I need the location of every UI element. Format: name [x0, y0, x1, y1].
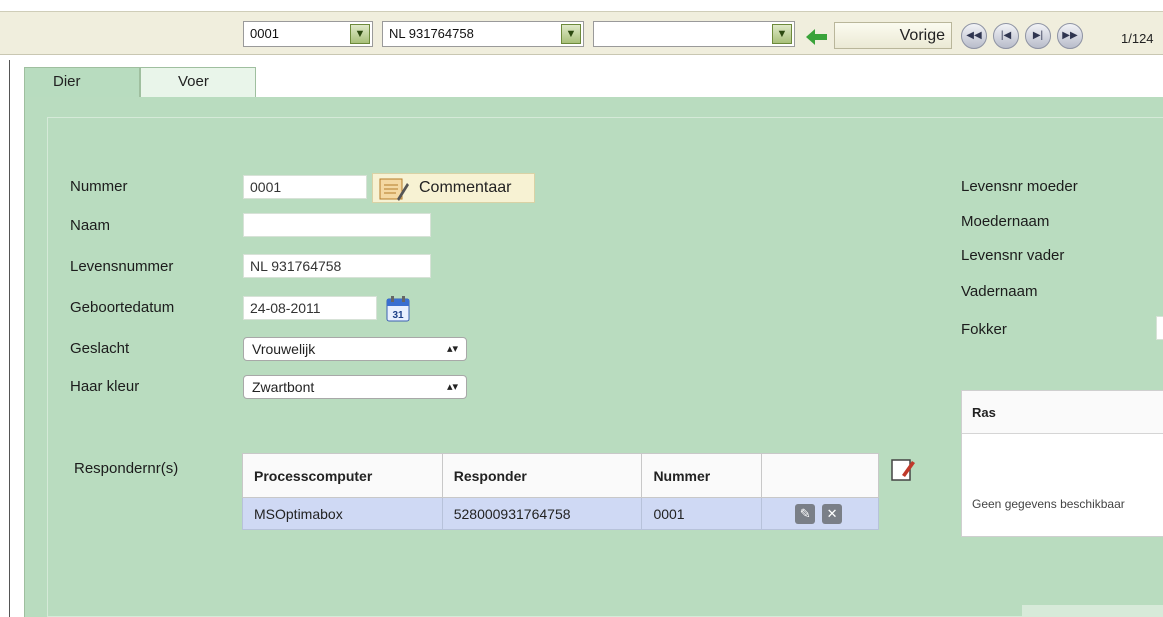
geboortedatum-input[interactable]: 24-08-2011: [243, 296, 377, 320]
responder-table: Processcomputer Responder Nummer MSOptim…: [242, 453, 879, 530]
previous-button-label: Vorige: [899, 27, 945, 44]
nummer-label: Nummer: [70, 178, 128, 195]
levensnr-vader-label: Levensnr vader: [961, 247, 1065, 264]
nummer-value: 0001: [250, 179, 282, 195]
pager-text: 1/124: [1121, 31, 1154, 46]
fast-forward-icon[interactable]: ▶▶: [1057, 23, 1083, 49]
fokker-input[interactable]: [1156, 316, 1163, 340]
delete-icon[interactable]: ✕: [822, 503, 843, 524]
geslacht-label: Geslacht: [70, 340, 130, 357]
calendar-icon[interactable]: 31: [385, 295, 411, 326]
table-cell: 528000931764758: [441, 497, 643, 530]
tab-voer-label: Voer: [178, 73, 209, 90]
comment-button[interactable]: Commentaar: [372, 173, 535, 203]
levensnummer-input[interactable]: NL 931764758: [243, 254, 431, 278]
last-icon[interactable]: ▶|: [1025, 23, 1051, 49]
column-header: Nummer: [641, 453, 763, 498]
notepad-icon: [377, 177, 409, 211]
ras-empty-text: Geen gegevens beschikbaar: [972, 497, 1125, 511]
geslacht-select[interactable]: Vrouwelijk ▴▾: [243, 337, 467, 361]
life-number-combo[interactable]: NL 931764758 ▼: [382, 21, 584, 47]
life-number-combo-value: NL 931764758: [389, 26, 474, 41]
vadernaam-label: Vadernaam: [961, 283, 1038, 300]
moedernaam-label: Moedernaam: [961, 213, 1050, 230]
green-left-arrow-icon[interactable]: [806, 29, 828, 48]
toolbar: 0001 ▼ NL 931764758 ▼ ▼ Vorige ◀◀ |◀ ▶| …: [0, 11, 1163, 55]
naam-input[interactable]: [243, 213, 431, 237]
haarkleur-value: Zwartbont: [252, 379, 315, 395]
levensnr-moeder-label: Levensnr moeder: [961, 178, 1078, 195]
geslacht-value: Vrouwelijk: [252, 341, 316, 357]
ras-panel: Ras Geen gegevens beschikbaar: [961, 390, 1163, 537]
naam-label: Naam: [70, 217, 111, 234]
haarkleur-label: Haar kleur: [70, 378, 140, 395]
animal-number-combo-value: 0001: [250, 26, 279, 41]
add-note-icon[interactable]: [890, 457, 916, 486]
table-cell-actions: ✎ ✕: [761, 497, 879, 530]
table-header-row: Processcomputer Responder Nummer: [242, 453, 879, 498]
ras-header: Ras: [962, 391, 1163, 434]
tab-voer[interactable]: Voer: [140, 67, 256, 97]
svg-text:31: 31: [392, 310, 404, 321]
fokker-label: Fokker: [961, 321, 1007, 338]
chevron-down-icon[interactable]: ▼: [561, 24, 581, 44]
name-combo[interactable]: ▼: [593, 21, 795, 47]
table-cell: MSOptimabox: [242, 497, 443, 530]
comment-button-label: Commentaar: [419, 179, 512, 196]
levensnummer-value: NL 931764758: [250, 258, 342, 274]
window-border: [9, 60, 10, 617]
tab-dier[interactable]: Dier: [24, 67, 140, 97]
column-header: [761, 453, 879, 498]
respondernr-label: Respondernr(s): [74, 460, 179, 477]
nummer-input[interactable]: 0001: [243, 175, 367, 199]
updown-arrows-icon: ▴▾: [446, 381, 458, 393]
scrollbar[interactable]: [1022, 605, 1163, 617]
column-header: Responder: [441, 453, 643, 498]
haarkleur-select[interactable]: Zwartbont ▴▾: [243, 375, 467, 399]
animal-number-combo[interactable]: 0001 ▼: [243, 21, 373, 47]
first-icon[interactable]: |◀: [993, 23, 1019, 49]
updown-arrows-icon: ▴▾: [446, 343, 458, 355]
chevron-down-icon[interactable]: ▼: [350, 24, 370, 44]
rewind-icon[interactable]: ◀◀: [961, 23, 987, 49]
column-header: Processcomputer: [242, 453, 443, 498]
edit-icon[interactable]: ✎: [795, 503, 816, 524]
tab-dier-label: Dier: [53, 73, 81, 90]
table-cell: 0001: [641, 497, 763, 530]
chevron-down-icon[interactable]: ▼: [772, 24, 792, 44]
previous-button[interactable]: Vorige: [834, 22, 952, 49]
levensnummer-label: Levensnummer: [70, 258, 174, 275]
table-row[interactable]: MSOptimabox 528000931764758 0001 ✎ ✕: [242, 497, 879, 530]
geboortedatum-label: Geboortedatum: [70, 299, 175, 316]
geboortedatum-value: 24-08-2011: [250, 300, 321, 316]
